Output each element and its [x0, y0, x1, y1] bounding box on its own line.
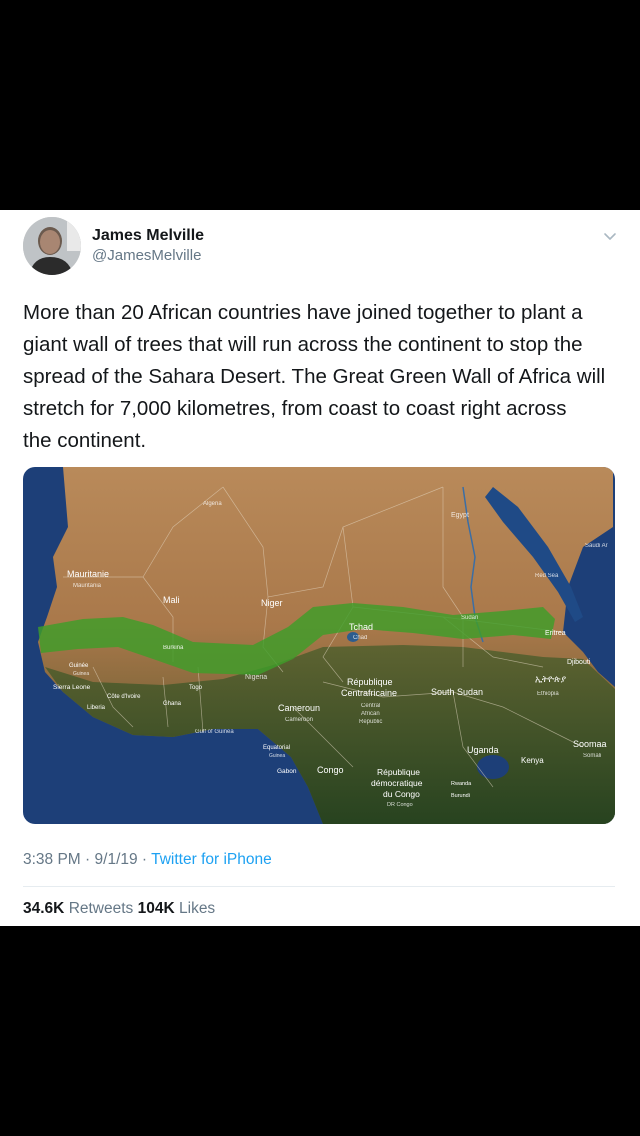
map-label: Red Sea: [535, 573, 559, 579]
map-label: Ghana: [163, 701, 182, 707]
map-label: Equatorial: [263, 745, 290, 751]
map-label: Ethiopia: [537, 691, 559, 697]
map-label: Togo: [189, 685, 203, 691]
tweet-image-map[interactable]: Mauritanie Mauritania Mali Niger Tchad C…: [23, 467, 615, 824]
map-label: Eritrea: [545, 630, 566, 637]
bottom-letterbox: [0, 926, 640, 1136]
avatar[interactable]: [23, 217, 81, 275]
map-label: Centrafricaine: [341, 688, 397, 698]
map-label: Tchad: [349, 622, 373, 632]
top-letterbox: [0, 0, 640, 210]
map-label: Mauritania: [73, 583, 102, 589]
map-label: ኢትዮጵያ: [535, 674, 567, 684]
map-label: Algeria: [203, 501, 222, 507]
map-label: South Sudan: [431, 687, 483, 697]
map-label: Niger: [261, 598, 283, 608]
tweet-text-line: More than 20 African countries have join…: [23, 301, 583, 324]
map-label: République: [377, 767, 420, 777]
likes-count: 104K: [137, 900, 175, 917]
tweet-time: 3:38 PM: [23, 851, 81, 868]
map-label: Guinea: [73, 671, 89, 677]
map-label: Gabon: [277, 768, 297, 775]
tweet-text: More than 20 African countries have join…: [23, 297, 621, 457]
author-name[interactable]: James Melville: [92, 227, 204, 245]
map-label: Côte d'Ivoire: [107, 694, 141, 700]
map-label: Liberia: [87, 705, 106, 711]
map-label: Burundi: [451, 793, 470, 799]
map-label: Kenya: [521, 756, 544, 765]
map-label: Cameroun: [278, 703, 320, 713]
retweets-stat[interactable]: 34.6K Retweets: [23, 900, 133, 917]
map-label: Djibouti: [567, 659, 591, 666]
map-label: démocratique: [371, 778, 423, 788]
map-label: Mauritanie: [67, 569, 109, 579]
separator: ·: [137, 851, 152, 868]
lake-victoria: [477, 755, 509, 779]
map-label: Somali: [583, 753, 601, 759]
map-label: Guinea: [269, 753, 285, 759]
map-label: Guinée: [69, 663, 89, 669]
map-label: DR Congo: [387, 802, 413, 808]
map-label: Burkina: [163, 645, 184, 651]
divider: [23, 886, 615, 887]
map-label: Saudi Ar: [585, 543, 608, 549]
likes-label: Likes: [179, 900, 216, 917]
tweet-source-link[interactable]: Twitter for iPhone: [151, 851, 272, 868]
retweets-label: Retweets: [68, 900, 134, 917]
tweet-text-line: the continent.: [23, 429, 147, 452]
map-label: Sierra Leone: [53, 684, 91, 691]
tweet-stats: 34.6K Retweets 104K Likes: [23, 900, 215, 918]
map-label: Republic: [359, 719, 382, 725]
map-label: Sudan: [461, 615, 478, 621]
map-label: Congo: [317, 765, 344, 775]
map-label: Gulf of Guinea: [195, 729, 234, 735]
tweet-text-line: spread of the Sahara Desert. The Great G…: [23, 365, 606, 388]
retweets-count: 34.6K: [23, 900, 65, 917]
author-handle[interactable]: @JamesMelville: [92, 247, 201, 264]
separator: ·: [80, 851, 95, 868]
map-label: Mali: [163, 595, 180, 605]
map-label: Central: [361, 703, 380, 709]
map-label: Nigeria: [245, 674, 267, 681]
map-label: Soomaa: [573, 739, 607, 749]
map-label: African: [361, 711, 380, 717]
tweet-text-line: giant wall of trees that will run across…: [23, 333, 583, 356]
map-label: Chad: [353, 635, 367, 641]
map-label: Rwanda: [451, 781, 472, 787]
chevron-down-icon[interactable]: [602, 228, 618, 244]
tweet-text-line: stretch for 7,000 kilometres, from coast…: [23, 397, 567, 420]
map-label: du Congo: [383, 789, 420, 799]
map-label: Cameroon: [285, 717, 313, 723]
tweet-date: 9/1/19: [94, 851, 138, 868]
map-label: Egypt: [451, 512, 469, 519]
map-label: Uganda: [467, 745, 499, 755]
tweet-timestamp: 3:38 PM · 9/1/19 · Twitter for iPhone: [23, 851, 272, 869]
map-label: République: [347, 677, 393, 687]
likes-stat[interactable]: 104K Likes: [138, 900, 216, 917]
tweet-card: James Melville @JamesMelville More than …: [0, 210, 640, 926]
